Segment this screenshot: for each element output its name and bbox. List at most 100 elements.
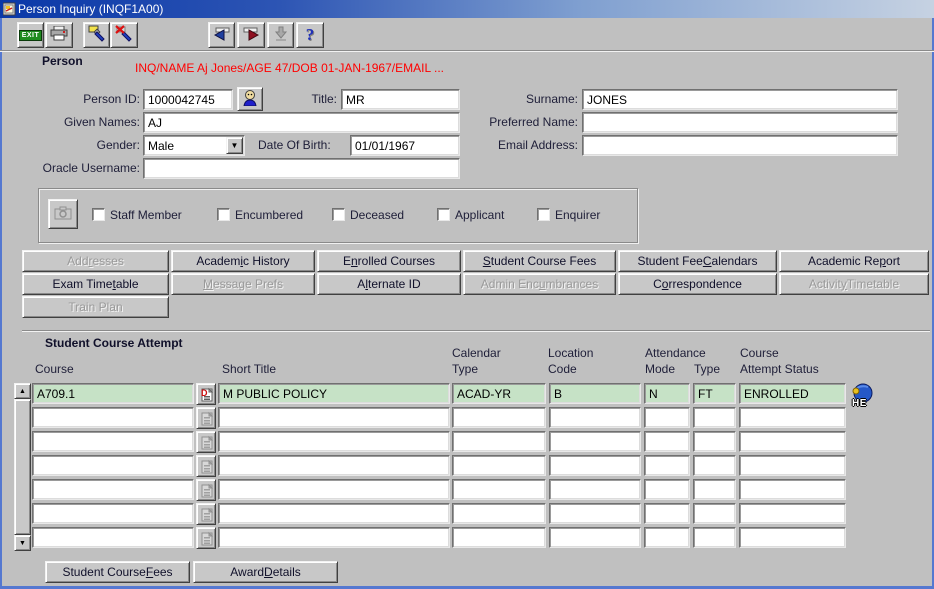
calendar-type-cell[interactable] bbox=[452, 503, 546, 524]
academic-history-button[interactable]: Academic History bbox=[171, 250, 315, 272]
date-of-birth-label: Date Of Birth: bbox=[258, 138, 331, 152]
email-address-field[interactable] bbox=[582, 135, 898, 156]
addresses-button: Addresses bbox=[22, 250, 169, 272]
chevron-down-icon[interactable]: ▼ bbox=[226, 137, 243, 154]
scroll-up-button[interactable]: ▲ bbox=[14, 383, 31, 399]
attendance-mode-cell[interactable] bbox=[644, 431, 690, 452]
oracle-username-field[interactable] bbox=[143, 158, 460, 179]
attendance-type-cell[interactable] bbox=[693, 455, 736, 476]
location-code-cell[interactable] bbox=[549, 503, 641, 524]
previous-block-icon bbox=[213, 26, 231, 45]
next-block-button[interactable] bbox=[237, 22, 265, 48]
person-detail-button[interactable] bbox=[237, 87, 263, 111]
attendance-type-cell[interactable] bbox=[693, 431, 736, 452]
attendance-type-cell[interactable] bbox=[693, 503, 736, 524]
short-title-cell[interactable] bbox=[218, 407, 450, 428]
previous-block-button[interactable] bbox=[208, 22, 235, 48]
gender-select[interactable]: Male ▼ bbox=[143, 135, 245, 156]
given-names-label: Given Names: bbox=[30, 115, 140, 129]
staff-member-checkbox[interactable] bbox=[92, 208, 105, 221]
short-title-cell[interactable]: M PUBLIC POLICY bbox=[218, 383, 450, 404]
encumbered-checkbox[interactable] bbox=[217, 208, 230, 221]
attendance-mode-cell[interactable] bbox=[644, 503, 690, 524]
title-field[interactable]: MR bbox=[341, 89, 460, 110]
student-course-fees-button[interactable]: Student Course Fees bbox=[463, 250, 616, 272]
enquirer-label: Enquirer bbox=[555, 208, 600, 222]
attendance-type-cell[interactable]: FT bbox=[693, 383, 736, 404]
given-names-field[interactable]: AJ bbox=[143, 112, 460, 133]
course-cell[interactable]: A709.1 bbox=[32, 383, 194, 404]
enquirer-checkbox[interactable] bbox=[537, 208, 550, 221]
short-title-cell[interactable] bbox=[218, 431, 450, 452]
course-cell[interactable] bbox=[32, 479, 194, 500]
location-code-cell[interactable] bbox=[549, 431, 641, 452]
calendar-type-cell[interactable] bbox=[452, 479, 546, 500]
attempt-status-cell[interactable]: ENROLLED bbox=[739, 383, 846, 404]
attendance-type-cell[interactable] bbox=[693, 479, 736, 500]
attendance-type-cell[interactable] bbox=[693, 407, 736, 428]
calendar-type-cell[interactable]: ACAD-YR bbox=[452, 383, 546, 404]
calendar-type-cell[interactable] bbox=[452, 431, 546, 452]
short-title-cell[interactable] bbox=[218, 479, 450, 500]
location-code-cell[interactable] bbox=[549, 527, 641, 548]
help-button[interactable]: ? bbox=[296, 22, 324, 48]
short-title-cell[interactable] bbox=[218, 527, 450, 548]
course-detail-button bbox=[196, 431, 216, 453]
date-of-birth-field[interactable]: 01/01/1967 bbox=[350, 135, 460, 156]
insert-record-icon bbox=[274, 26, 288, 45]
title-bar: Person Inquiry (INQF1A00) bbox=[0, 0, 934, 18]
person-section-label: Person bbox=[42, 54, 83, 68]
table-scrollbar-thumb[interactable] bbox=[14, 399, 31, 535]
deceased-checkbox[interactable] bbox=[332, 208, 345, 221]
academic-report-button[interactable]: Academic Report bbox=[779, 250, 929, 272]
surname-field[interactable]: JONES bbox=[582, 89, 898, 110]
window-border-left bbox=[0, 18, 2, 586]
attendance-type-cell[interactable] bbox=[693, 527, 736, 548]
scroll-down-button[interactable]: ▼ bbox=[14, 535, 31, 551]
he-globe-button[interactable]: HE bbox=[849, 382, 877, 412]
attempt-status-cell[interactable] bbox=[739, 479, 846, 500]
oracle-username-label: Oracle Username: bbox=[20, 161, 140, 175]
student-fee-calendars-button[interactable]: Student Fee Calendars bbox=[618, 250, 777, 272]
applicant-checkbox[interactable] bbox=[437, 208, 450, 221]
calendar-type-cell[interactable] bbox=[452, 455, 546, 476]
course-cell[interactable] bbox=[32, 455, 194, 476]
location-code-cell[interactable] bbox=[549, 479, 641, 500]
exam-timetable-button[interactable]: Exam Timetable bbox=[22, 273, 169, 295]
attempt-status-cell[interactable] bbox=[739, 527, 846, 548]
course-cell[interactable] bbox=[32, 503, 194, 524]
exit-button[interactable]: EXIT bbox=[17, 22, 44, 48]
person-id-field[interactable]: 1000042745 bbox=[143, 89, 233, 110]
attempt-status-cell[interactable] bbox=[739, 431, 846, 452]
short-title-cell[interactable] bbox=[218, 455, 450, 476]
attendance-mode-cell[interactable] bbox=[644, 527, 690, 548]
enter-query-button[interactable] bbox=[83, 22, 110, 48]
attendance-mode-cell[interactable] bbox=[644, 407, 690, 428]
attempt-status-cell[interactable] bbox=[739, 407, 846, 428]
short-title-cell[interactable] bbox=[218, 503, 450, 524]
print-button[interactable] bbox=[45, 22, 73, 48]
course-detail-button[interactable]: D bbox=[196, 383, 216, 405]
attempt-status-cell[interactable] bbox=[739, 455, 846, 476]
correspondence-button[interactable]: Correspondence bbox=[618, 273, 777, 295]
attempt-status-cell[interactable] bbox=[739, 503, 846, 524]
footer-student-course-fees-button[interactable]: Student Course Fees bbox=[45, 561, 190, 583]
location-code-cell[interactable] bbox=[549, 455, 641, 476]
attendance-header: Attendance bbox=[645, 346, 706, 360]
cancel-query-button[interactable] bbox=[110, 22, 138, 48]
enrolled-courses-button[interactable]: Enrolled Courses bbox=[317, 250, 461, 272]
course-cell[interactable] bbox=[32, 527, 194, 548]
course-cell[interactable] bbox=[32, 431, 194, 452]
calendar-type-cell[interactable] bbox=[452, 527, 546, 548]
calendar-type-cell[interactable] bbox=[452, 407, 546, 428]
attendance-mode-cell[interactable] bbox=[644, 479, 690, 500]
preferred-name-field[interactable] bbox=[582, 112, 898, 133]
alternate-id-button[interactable]: Alternate ID bbox=[317, 273, 461, 295]
course-cell[interactable] bbox=[32, 407, 194, 428]
award-details-button[interactable]: Award Details bbox=[193, 561, 338, 583]
attendance-mode-cell[interactable]: N bbox=[644, 383, 690, 404]
attendance-mode-cell[interactable] bbox=[644, 455, 690, 476]
insert-record-button bbox=[267, 22, 294, 48]
location-code-cell[interactable]: B bbox=[549, 383, 641, 404]
location-code-cell[interactable] bbox=[549, 407, 641, 428]
